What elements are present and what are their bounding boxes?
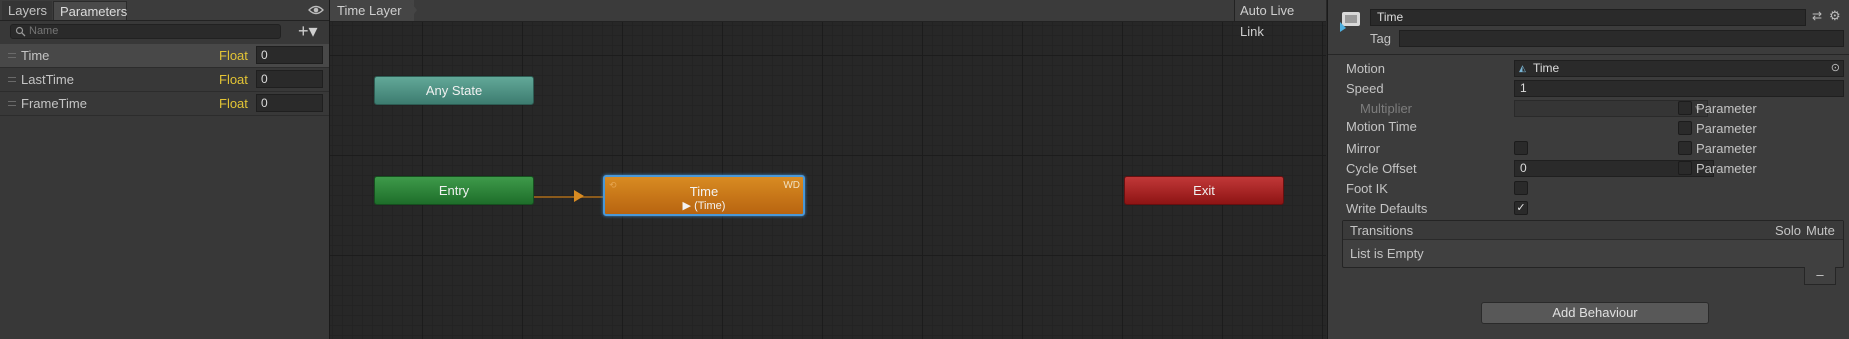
remove-transition-button[interactable]: – <box>1804 267 1836 285</box>
panel-tab-bar: Layers Parameters <box>0 0 329 21</box>
graph-toolbar: Time Layer Auto Live Link <box>330 0 1326 39</box>
checkmark-icon: ✓ <box>1516 202 1526 214</box>
tab-parameters[interactable]: Parameters <box>53 1 127 20</box>
parameter-value-field[interactable]: 0 <box>256 46 323 64</box>
drag-handle-icon[interactable] <box>8 77 16 82</box>
parameter-type: Float <box>219 96 248 111</box>
parameter-name: Time <box>21 48 50 63</box>
breadcrumb[interactable]: Time Layer <box>330 0 414 21</box>
add-parameter-button[interactable]: +▾ <box>298 22 326 40</box>
mirror-parameter-checkbox[interactable] <box>1678 141 1692 155</box>
search-icon <box>15 26 26 37</box>
cycle-offset-parameter-checkbox[interactable] <box>1678 161 1692 175</box>
motion-field[interactable]: ◭ Time ⊙ <box>1514 60 1844 77</box>
solo-column-label: Solo <box>1775 223 1802 238</box>
timeline-settings-icon[interactable]: ⇄ <box>1812 9 1826 23</box>
state-label: Time <box>689 184 719 199</box>
transition-line[interactable] <box>534 196 604 198</box>
mirror-label: Mirror <box>1346 141 1380 156</box>
parameter-name: FrameTime <box>21 96 87 111</box>
motion-time-parameter-checkbox[interactable] <box>1678 121 1692 135</box>
search-input[interactable] <box>29 25 269 38</box>
animation-clip-icon: ◭ <box>1519 63 1526 73</box>
motion-time-label: Motion Time <box>1346 119 1417 134</box>
mute-column-label: Mute <box>1806 223 1835 238</box>
transitions-list: Transitions Solo Mute List is Empty <box>1342 220 1844 268</box>
parameter-row[interactable]: Time Float 0 <box>0 44 329 68</box>
gear-icon[interactable]: ⚙ <box>1829 8 1843 23</box>
tag-field[interactable] <box>1399 30 1844 47</box>
parameter-name: LastTime <box>21 72 74 87</box>
breadcrumb-arrow <box>409 0 417 21</box>
divider <box>1328 54 1849 55</box>
object-picker-icon[interactable]: ⊙ <box>1831 61 1840 76</box>
tab-layers[interactable]: Layers <box>2 1 52 20</box>
write-defaults-label: Write Defaults <box>1346 201 1428 216</box>
motion-label: Motion <box>1346 61 1386 76</box>
parameter-row[interactable]: FrameTime Float 0 <box>0 92 329 116</box>
animator-state-icon <box>1340 12 1360 32</box>
multiplier-parameter-checkbox[interactable] <box>1678 101 1692 115</box>
drag-handle-icon[interactable] <box>8 101 16 106</box>
exit-node[interactable]: Exit <box>1124 176 1284 205</box>
inspector-panel: Time ⇄ ⚙ Tag Motion ◭ Time ⊙ Speed 1 Mul… <box>1327 0 1849 339</box>
parameter-type: Float <box>219 48 248 63</box>
transitions-title: Transitions <box>1350 223 1414 238</box>
parameter-value-field[interactable]: 0 <box>256 70 323 88</box>
transitions-header: Transitions Solo Mute <box>1343 221 1843 240</box>
speed-field[interactable]: 1 <box>1514 80 1844 97</box>
entry-node[interactable]: Entry <box>374 176 534 205</box>
tag-label: Tag <box>1370 31 1391 46</box>
foot-ik-checkbox[interactable] <box>1514 181 1528 195</box>
auto-live-link-button[interactable]: Auto Live Link <box>1234 0 1326 39</box>
state-name-field[interactable]: Time <box>1370 9 1806 26</box>
eye-icon[interactable] <box>308 3 324 17</box>
add-behaviour-button[interactable]: Add Behaviour <box>1481 302 1709 324</box>
parameter-label: Parameter <box>1696 161 1757 176</box>
parameter-value-field[interactable]: 0 <box>256 94 323 112</box>
any-state-node[interactable]: Any State <box>374 76 534 105</box>
mirror-checkbox[interactable] <box>1514 141 1528 155</box>
foot-ik-label: Foot IK <box>1346 181 1388 196</box>
empty-list-message: List is Empty <box>1350 246 1424 261</box>
parameter-row[interactable]: LastTime Float 0 <box>0 68 329 92</box>
time-state-node[interactable]: ⟲ WD Time ▶ (Time) <box>603 175 805 216</box>
transition-arrow-icon <box>574 190 584 202</box>
speed-label: Speed <box>1346 81 1384 96</box>
parameters-panel: Layers Parameters +▾ Time Float 0 LastTi… <box>0 0 330 339</box>
write-defaults-checkbox[interactable]: ✓ <box>1514 201 1528 215</box>
motion-value: Time <box>1533 61 1560 75</box>
state-motion-label: ▶ (Time) <box>682 200 726 212</box>
parameter-label: Parameter <box>1696 101 1757 116</box>
cycle-offset-label: Cycle Offset <box>1346 161 1417 176</box>
animator-graph[interactable]: Time Layer Auto Live Link Any State Entr… <box>330 0 1326 339</box>
parameter-label: Parameter <box>1696 121 1757 136</box>
search-field[interactable] <box>10 24 281 39</box>
parameter-label: Parameter <box>1696 141 1757 156</box>
parameter-type: Float <box>219 72 248 87</box>
drag-handle-icon[interactable] <box>8 53 16 58</box>
multiplier-label: Multiplier <box>1360 101 1413 116</box>
